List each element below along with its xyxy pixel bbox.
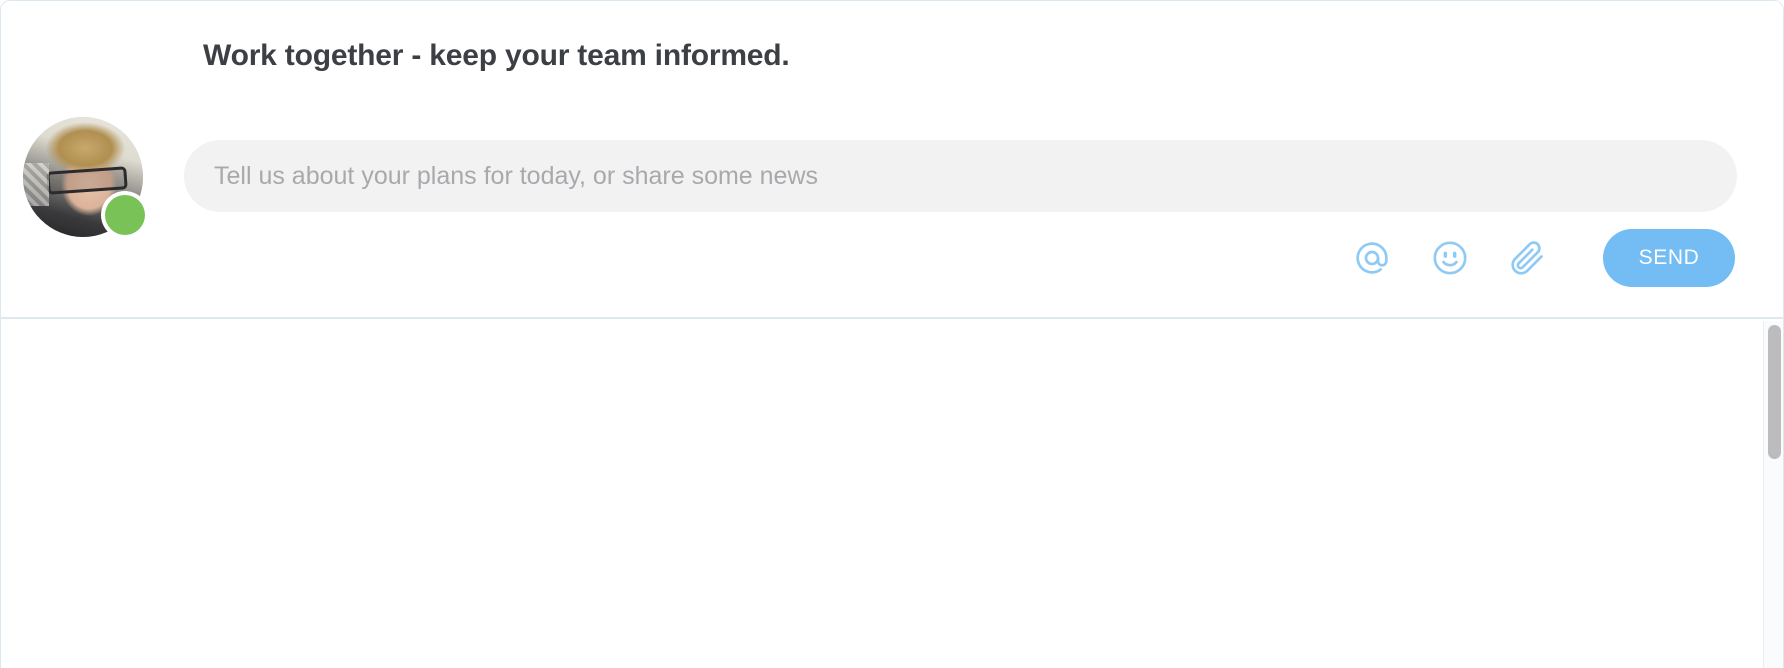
activity-feed-card: Work together - keep your team informed. — [0, 0, 1784, 668]
feed-scrollbar[interactable] — [1763, 321, 1783, 668]
composer-actions: SEND — [1351, 229, 1735, 287]
composer-input[interactable] — [184, 140, 1737, 212]
composer-avatar — [23, 117, 145, 237]
feed-scrollbar-thumb[interactable] — [1768, 325, 1781, 459]
send-button[interactable]: SEND — [1603, 229, 1735, 287]
mention-icon[interactable] — [1351, 237, 1393, 279]
online-status-dot — [105, 195, 145, 235]
composer-section: Work together - keep your team informed. — [1, 1, 1783, 319]
attachment-icon[interactable] — [1507, 237, 1549, 279]
page-title: Work together - keep your team informed. — [203, 39, 790, 72]
feed-section: All Today Yesterday Jess Moran Tuesday 3… — [1, 319, 1783, 667]
emoji-icon[interactable] — [1429, 237, 1471, 279]
